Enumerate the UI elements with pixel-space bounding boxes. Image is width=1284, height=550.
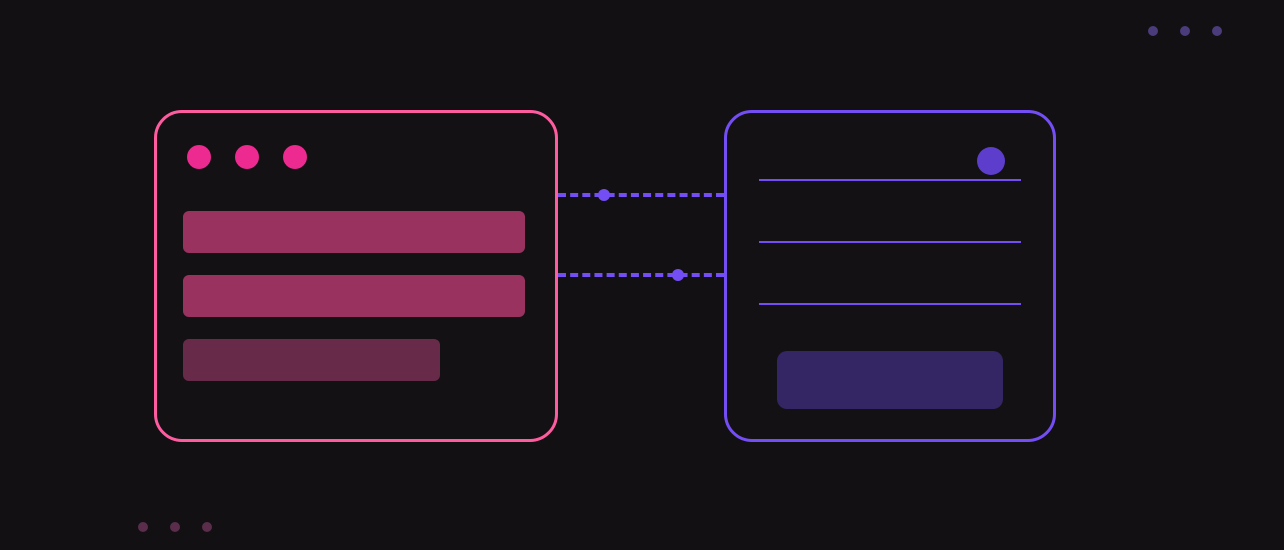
connector-line (558, 193, 724, 197)
action-button-placeholder (777, 351, 1003, 409)
separator-line (759, 179, 1021, 181)
avatar-icon (977, 147, 1005, 175)
separator-group (759, 179, 1021, 305)
content-bar (183, 275, 525, 317)
separator-line (759, 241, 1021, 243)
traffic-light-icon (187, 145, 211, 169)
window-traffic-lights (187, 145, 307, 169)
decoration-dots-bottom-left (138, 522, 212, 532)
traffic-light-icon (283, 145, 307, 169)
source-window (154, 110, 558, 442)
dot-icon (1180, 26, 1190, 36)
dot-icon (1148, 26, 1158, 36)
dot-icon (138, 522, 148, 532)
connector-node-icon (598, 189, 610, 201)
dot-icon (202, 522, 212, 532)
content-placeholder-group (183, 211, 525, 381)
content-bar-partial (183, 339, 440, 381)
dot-icon (1212, 26, 1222, 36)
target-panel (724, 110, 1056, 442)
connector-node-icon (672, 269, 684, 281)
separator-line (759, 303, 1021, 305)
dot-icon (170, 522, 180, 532)
traffic-light-icon (235, 145, 259, 169)
decoration-dots-top-right (1148, 26, 1222, 36)
connector-line (558, 273, 724, 277)
content-bar (183, 211, 525, 253)
